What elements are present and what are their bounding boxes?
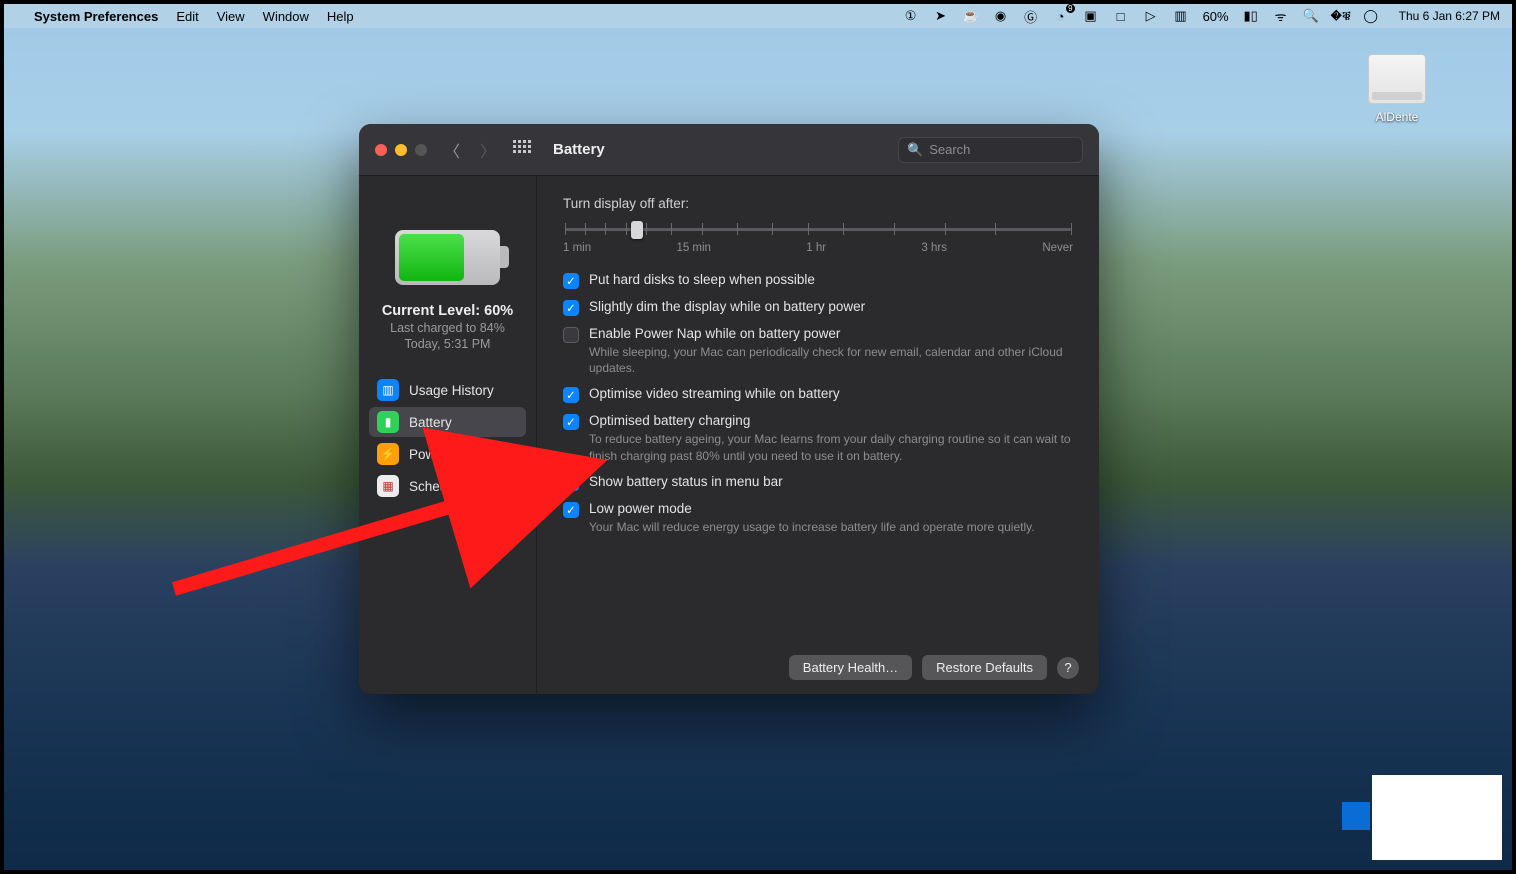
- status-icon-circle[interactable]: ◉: [993, 8, 1009, 24]
- checkbox-row-3: ✓ Optimise video streaming while on batte…: [563, 386, 1073, 403]
- menu-bar: System Preferences Edit View Window Help…: [4, 4, 1512, 28]
- search-icon: 🔍: [907, 142, 923, 158]
- status-icon-1[interactable]: ①: [903, 8, 919, 24]
- slider-tick-labels: 1 min 15 min 1 hr 3 hrs Never: [563, 242, 1073, 254]
- overlay-blue: [1342, 802, 1370, 830]
- checkbox-desc: To reduce battery ageing, your Mac learn…: [589, 431, 1073, 463]
- menu-window[interactable]: Window: [263, 9, 309, 24]
- checkbox-row-6: ✓ Low power mode Your Mac will reduce ener…: [563, 501, 1073, 535]
- sidebar-item-power-adapter[interactable]: ⚡ Power Adapter: [369, 439, 526, 469]
- content-pane: Turn display off after: 1 min 15 min 1 h…: [537, 176, 1099, 694]
- last-charged-time: Today, 5:31 PM: [405, 337, 491, 351]
- display-off-slider[interactable]: [565, 219, 1071, 239]
- checkbox[interactable]: ✓: [563, 273, 579, 289]
- sidebar-item-label: Power Adapter: [409, 447, 498, 462]
- checkbox[interactable]: [563, 327, 579, 343]
- sidebar-item-label: Battery: [409, 415, 452, 430]
- search-field[interactable]: 🔍 Search: [898, 137, 1083, 163]
- checkbox[interactable]: ✓: [563, 475, 579, 491]
- battery-graphic: [395, 230, 500, 285]
- wifi-icon[interactable]: ᯤ: [1273, 8, 1289, 24]
- battery-pct[interactable]: 60%: [1203, 8, 1229, 24]
- footer: Battery Health… Restore Defaults ?: [537, 641, 1099, 694]
- chart-icon: ▥: [377, 379, 399, 401]
- checkbox-row-0: ✓ Put hard disks to sleep when possible: [563, 272, 1073, 289]
- checkbox-desc: Your Mac will reduce energy usage to inc…: [589, 519, 1035, 535]
- sidebar-item-label: Schedule: [409, 479, 465, 494]
- control-center-icon[interactable]: �ቔ: [1333, 8, 1349, 24]
- checkbox-row-5: ✓ Show battery status in menu bar: [563, 474, 1073, 491]
- status-icon-grammarly[interactable]: Ⓖ: [1023, 8, 1039, 24]
- restore-defaults-button[interactable]: Restore Defaults: [922, 655, 1047, 680]
- desktop-volume[interactable]: AlDente: [1362, 54, 1432, 124]
- traffic-lights: [375, 144, 427, 156]
- checkbox-label: Optimise video streaming while on batter…: [589, 386, 840, 401]
- sidebar-item-schedule[interactable]: ▦ Schedule: [369, 471, 526, 501]
- menu-help[interactable]: Help: [327, 9, 354, 24]
- help-button[interactable]: ?: [1057, 657, 1079, 679]
- preferences-window: 〈 〉 Battery 🔍 Search Current Level: 60% …: [359, 124, 1099, 694]
- status-icon-arrow[interactable]: ➤: [933, 8, 949, 24]
- checkbox-desc: While sleeping, your Mac can periodicall…: [589, 344, 1073, 376]
- status-icon-display[interactable]: □: [1113, 8, 1129, 24]
- checkbox-row-1: ✓ Slightly dim the display while on batte…: [563, 299, 1073, 316]
- calendar-icon: ▦: [377, 475, 399, 497]
- disk-icon: [1368, 54, 1426, 104]
- battery-health-button[interactable]: Battery Health…: [789, 655, 912, 680]
- sidebar-item-battery[interactable]: ▮ Battery: [369, 407, 526, 437]
- menu-edit[interactable]: Edit: [176, 9, 198, 24]
- status-icon-cal[interactable]: ▥: [1173, 8, 1189, 24]
- battery-icon[interactable]: ▮▯: [1243, 8, 1259, 24]
- checkbox-row-2: Enable Power Nap while on battery power W…: [563, 326, 1073, 376]
- siri-icon[interactable]: ◯: [1363, 8, 1379, 24]
- checkbox[interactable]: ✓: [563, 502, 579, 518]
- show-all-button[interactable]: [513, 140, 533, 160]
- search-placeholder: Search: [929, 142, 970, 157]
- disk-label: AlDente: [1362, 110, 1432, 124]
- menu-view[interactable]: View: [217, 9, 245, 24]
- close-button[interactable]: [375, 144, 387, 156]
- checkbox-row-4: ✓ Optimised battery charging To reduce bat…: [563, 413, 1073, 463]
- battery-icon: ▮: [377, 411, 399, 433]
- minimize-button[interactable]: [395, 144, 407, 156]
- status-icon-play[interactable]: ▷: [1143, 8, 1159, 24]
- current-level: Current Level: 60%: [382, 303, 513, 319]
- sidebar-item-usage-history[interactable]: ▥ Usage History: [369, 375, 526, 405]
- overlay-box: [1372, 775, 1502, 860]
- checkbox-label: Put hard disks to sleep when possible: [589, 272, 815, 287]
- spotlight-icon[interactable]: 🔍: [1303, 8, 1319, 24]
- window-title: Battery: [553, 141, 605, 158]
- checkbox-label: Show battery status in menu bar: [589, 474, 783, 489]
- zoom-button[interactable]: [415, 144, 427, 156]
- checkbox-label: Enable Power Nap while on battery power: [589, 326, 1073, 341]
- forward-button: 〉: [477, 139, 499, 161]
- status-icon-airplay[interactable]: ▣: [1083, 8, 1099, 24]
- status-icon-battery-tool[interactable]: ☕: [963, 8, 979, 24]
- status-icon-badge[interactable]: ◔9: [1053, 8, 1069, 24]
- checkbox[interactable]: ✓: [563, 414, 579, 430]
- bolt-icon: ⚡: [377, 443, 399, 465]
- app-name[interactable]: System Preferences: [34, 9, 158, 24]
- slider-label: Turn display off after:: [563, 196, 1073, 211]
- clock[interactable]: Thu 6 Jan 6:27 PM: [1399, 9, 1500, 23]
- titlebar: 〈 〉 Battery 🔍 Search: [359, 124, 1099, 176]
- last-charged: Last charged to 84%: [390, 321, 505, 335]
- sidebar-item-label: Usage History: [409, 383, 494, 398]
- sidebar: Current Level: 60% Last charged to 84% T…: [359, 176, 537, 694]
- checkbox[interactable]: ✓: [563, 300, 579, 316]
- checkbox[interactable]: ✓: [563, 387, 579, 403]
- checkbox-label: Slightly dim the display while on batter…: [589, 299, 865, 314]
- back-button[interactable]: 〈: [441, 139, 463, 161]
- checkbox-label: Low power mode: [589, 501, 1035, 516]
- checkbox-label: Optimised battery charging: [589, 413, 1073, 428]
